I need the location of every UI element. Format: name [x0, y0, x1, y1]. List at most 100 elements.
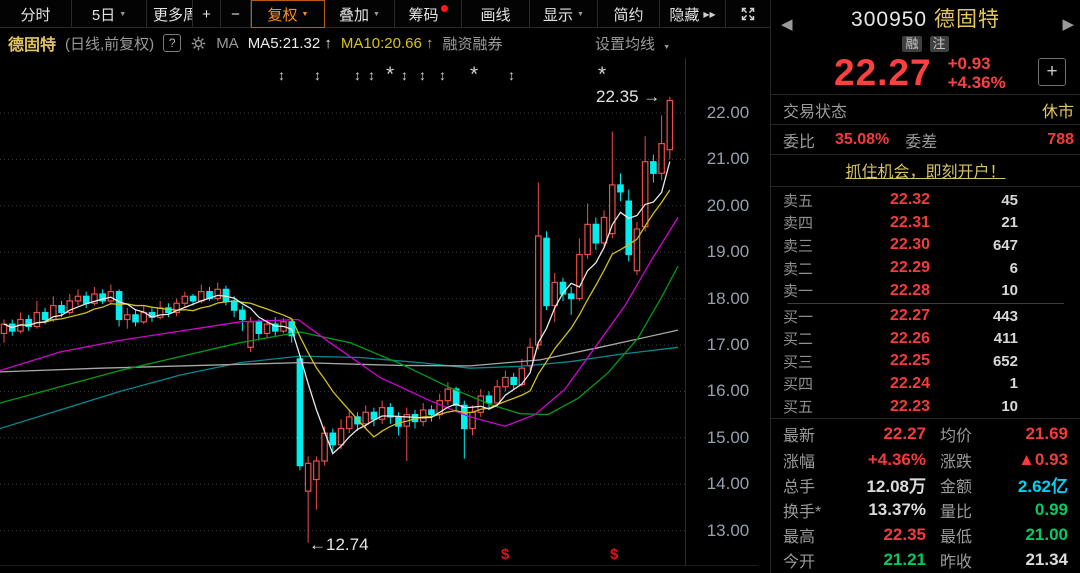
bid-row-2[interactable]: 买二 22.26 411: [771, 328, 1080, 351]
button-label: 隐藏: [669, 4, 699, 25]
ask-row-3[interactable]: 卖三 22.30 647: [771, 234, 1080, 257]
candle: [388, 403, 393, 424]
margin-badge: 融: [902, 36, 921, 52]
candle: [470, 405, 475, 435]
candle: [371, 408, 376, 427]
ask-row-5[interactable]: 卖五 22.32 45: [771, 189, 1080, 212]
ask-volume: 6: [1010, 260, 1018, 277]
fullscreen-button[interactable]: [726, 0, 770, 28]
bid-label: 买二: [783, 328, 835, 349]
bid-volume: 10: [1001, 398, 1018, 415]
ask-volume: 10: [1001, 282, 1018, 299]
updown-event-marker-icon[interactable]: ↕: [368, 67, 375, 83]
stat-label: 金额: [940, 473, 1004, 497]
bid-row-4[interactable]: 买四 22.24 1: [771, 373, 1080, 396]
toolbar-button-5day[interactable]: 5日▼: [72, 0, 147, 28]
updown-event-marker-icon[interactable]: ↕: [419, 67, 426, 83]
stock-title: 300950 德固特: [771, 3, 1080, 33]
candle: [256, 319, 261, 340]
candle: [149, 308, 154, 322]
toolbar-button-timeshare[interactable]: 分时: [0, 0, 72, 28]
candle: [577, 238, 582, 301]
gear-icon[interactable]: [190, 35, 207, 52]
bid-label: 买一: [783, 306, 835, 327]
toolbar-button-hide[interactable]: 隐藏 ▶▶: [660, 0, 726, 28]
ask-volume: 45: [1001, 192, 1018, 209]
ask-label: 卖四: [783, 212, 835, 233]
y-axis-label: 19.00: [697, 242, 759, 262]
ask-row-2[interactable]: 卖二 22.29 6: [771, 257, 1080, 280]
bid-price: 22.27: [835, 307, 930, 325]
y-axis-label: 13.00: [697, 521, 759, 541]
toolbar-button-simple[interactable]: 简约: [598, 0, 660, 28]
toolbar-button-drawline[interactable]: 画线: [462, 0, 530, 28]
button-label: 筹码: [408, 4, 438, 25]
weicha-value: 788: [1047, 131, 1074, 149]
candle: [642, 136, 647, 231]
button-label: 简约: [613, 4, 643, 25]
candle: [133, 310, 138, 326]
toolbar-button-chips[interactable]: 筹码: [395, 0, 462, 28]
stat-value: 21.21: [847, 550, 926, 570]
margin-event-icon[interactable]: $: [501, 546, 509, 563]
star-event-marker-icon[interactable]: *: [470, 63, 478, 87]
updown-event-marker-icon[interactable]: ↕: [401, 67, 408, 83]
zoom-out-button[interactable]: −: [221, 0, 251, 28]
bid-row-1[interactable]: 买一 22.27 443: [771, 305, 1080, 328]
stat-label: 均价: [940, 422, 1004, 446]
trade-status-label: 交易状态: [783, 98, 847, 122]
y-axis-label: 18.00: [697, 289, 759, 309]
next-stock-button[interactable]: ▶: [1062, 15, 1074, 33]
weicha-label: 委差: [905, 128, 937, 152]
y-axis-label: 20.00: [697, 196, 759, 216]
chevron-down-icon: ▼: [373, 11, 380, 18]
candlestick-chart-canvas[interactable]: 22.35 → ←12.74 22.0021.0020.0019.0018.00…: [0, 58, 770, 573]
ma5-value-label: MA5:21.32 ↑: [248, 35, 332, 52]
stat-label: 涨幅: [783, 448, 847, 472]
prev-stock-button[interactable]: ◀: [781, 15, 793, 33]
toolbar-button-display[interactable]: 显示▼: [530, 0, 598, 28]
last-price: 22.27: [834, 52, 932, 94]
updown-event-marker-icon[interactable]: ↕: [439, 67, 446, 83]
ma120-gray-line: [0, 330, 678, 372]
toolbar-button-overlay[interactable]: 叠加▼: [325, 0, 395, 28]
y-axis-label: 17.00: [697, 335, 759, 355]
candle: [141, 306, 146, 325]
ask-row-4[interactable]: 卖四 22.31 21: [771, 212, 1080, 235]
add-to-watchlist-button[interactable]: +: [1038, 58, 1066, 86]
candle: [305, 456, 310, 542]
updown-event-marker-icon[interactable]: ↕: [508, 67, 515, 83]
candle: [26, 315, 31, 331]
updown-event-marker-icon[interactable]: ↕: [354, 67, 361, 83]
double-right-arrow-icon: ▶▶: [703, 10, 715, 19]
chevron-down-icon: ▼: [577, 11, 584, 18]
quote-header: ◀ ▶ 300950 德固特 融 注 22.27 +0.93 +4.36% +: [771, 0, 1080, 95]
bid-row-3[interactable]: 买三 22.25 652: [771, 350, 1080, 373]
zoom-in-button[interactable]: +: [193, 0, 221, 28]
question-icon: ?: [169, 36, 176, 50]
button-label: 分时: [20, 4, 50, 25]
ma-settings-button[interactable]: 设置均线 ▼: [595, 33, 670, 54]
stat-value: 21.00: [1004, 525, 1068, 545]
star-event-marker-icon[interactable]: *: [386, 63, 394, 87]
margin-trading-label[interactable]: 融资融券: [442, 33, 502, 54]
ma10-line: [4, 190, 670, 437]
help-button[interactable]: ?: [163, 34, 181, 52]
candle: [585, 203, 590, 259]
toolbar-button-more-periods[interactable]: 更多周期: [147, 0, 193, 28]
updown-event-marker-icon[interactable]: ↕: [278, 67, 285, 83]
up-arrow-icon: ↑: [324, 35, 332, 52]
updown-event-marker-icon[interactable]: ↕: [314, 67, 321, 83]
star-event-marker-icon[interactable]: *: [598, 63, 606, 87]
candle: [593, 217, 598, 249]
ask-label: 卖二: [783, 258, 835, 279]
open-account-link[interactable]: 抓住机会，即刻开户！: [845, 158, 1005, 182]
margin-event-icon[interactable]: $: [610, 546, 618, 563]
bid-row-5[interactable]: 买五 22.23 10: [771, 395, 1080, 418]
ask-row-1[interactable]: 卖一 22.28 10: [771, 279, 1080, 302]
candle: [34, 301, 39, 329]
candle: [618, 173, 623, 201]
toolbar-button-adjust[interactable]: 复权▼: [251, 0, 325, 28]
ask-price: 22.29: [835, 259, 930, 277]
stat-value: +4.36%: [847, 450, 926, 470]
